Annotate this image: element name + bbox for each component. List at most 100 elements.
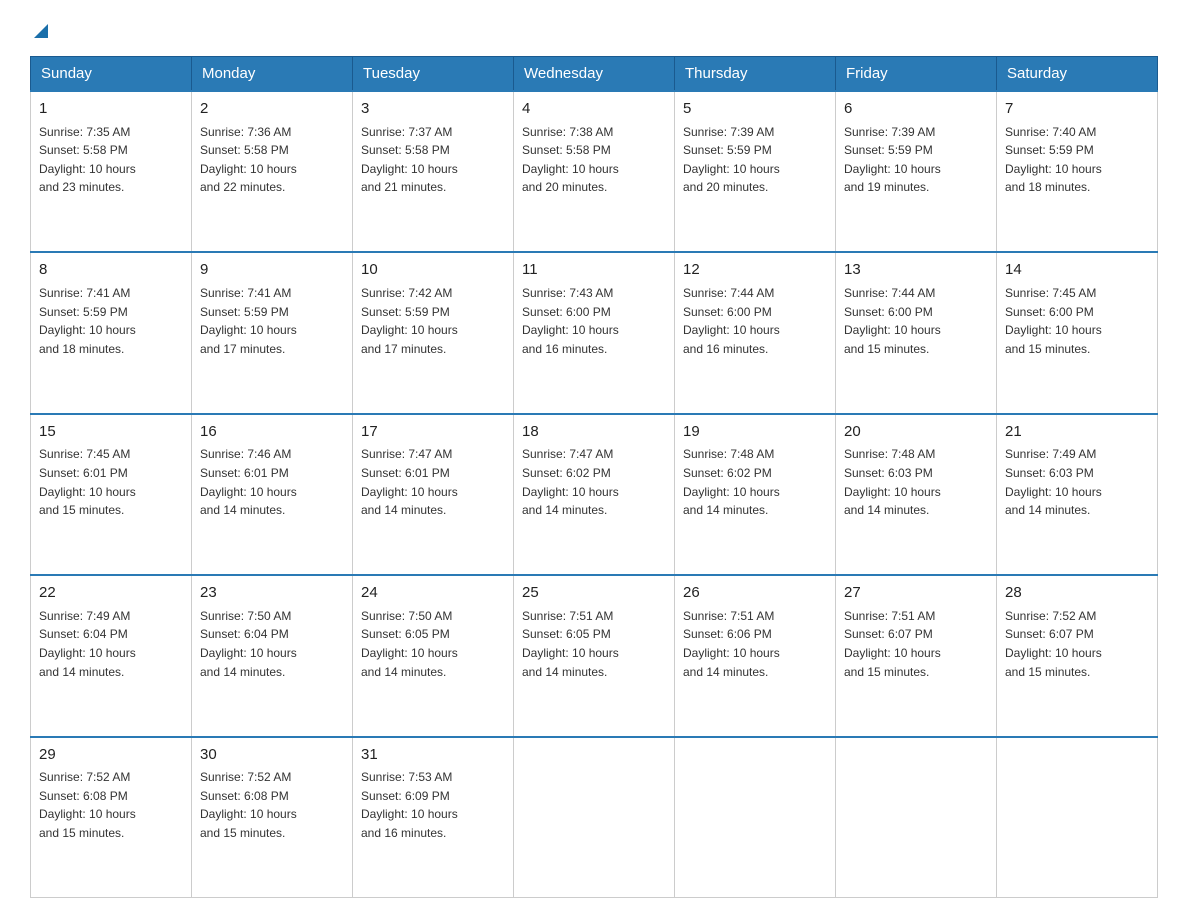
day-cell: 14Sunrise: 7:45 AMSunset: 6:00 PMDayligh…: [997, 252, 1158, 413]
day-info: Sunrise: 7:52 AMSunset: 6:08 PMDaylight:…: [200, 768, 344, 842]
day-number: 11: [522, 259, 666, 282]
day-info: Sunrise: 7:47 AMSunset: 6:02 PMDaylight:…: [522, 445, 666, 519]
day-cell: 17Sunrise: 7:47 AMSunset: 6:01 PMDayligh…: [353, 414, 514, 575]
day-number: 31: [361, 744, 505, 767]
day-number: 17: [361, 421, 505, 444]
day-number: 28: [1005, 582, 1149, 605]
day-cell: 19Sunrise: 7:48 AMSunset: 6:02 PMDayligh…: [675, 414, 836, 575]
day-number: 12: [683, 259, 827, 282]
day-cell: 13Sunrise: 7:44 AMSunset: 6:00 PMDayligh…: [836, 252, 997, 413]
day-info: Sunrise: 7:52 AMSunset: 6:07 PMDaylight:…: [1005, 607, 1149, 681]
day-number: 3: [361, 98, 505, 121]
day-info: Sunrise: 7:52 AMSunset: 6:08 PMDaylight:…: [39, 768, 183, 842]
week-row-1: 1Sunrise: 7:35 AMSunset: 5:58 PMDaylight…: [31, 91, 1158, 252]
day-number: 2: [200, 98, 344, 121]
day-info: Sunrise: 7:45 AMSunset: 6:00 PMDaylight:…: [1005, 284, 1149, 358]
day-number: 7: [1005, 98, 1149, 121]
day-cell: 23Sunrise: 7:50 AMSunset: 6:04 PMDayligh…: [192, 575, 353, 736]
day-cell: 1Sunrise: 7:35 AMSunset: 5:58 PMDaylight…: [31, 91, 192, 252]
day-cell: [997, 737, 1158, 898]
week-row-4: 22Sunrise: 7:49 AMSunset: 6:04 PMDayligh…: [31, 575, 1158, 736]
day-cell: [836, 737, 997, 898]
day-info: Sunrise: 7:37 AMSunset: 5:58 PMDaylight:…: [361, 123, 505, 197]
day-info: Sunrise: 7:43 AMSunset: 6:00 PMDaylight:…: [522, 284, 666, 358]
week-row-3: 15Sunrise: 7:45 AMSunset: 6:01 PMDayligh…: [31, 414, 1158, 575]
day-info: Sunrise: 7:49 AMSunset: 6:03 PMDaylight:…: [1005, 445, 1149, 519]
day-header-sunday: Sunday: [31, 57, 192, 92]
day-info: Sunrise: 7:51 AMSunset: 6:06 PMDaylight:…: [683, 607, 827, 681]
day-cell: 30Sunrise: 7:52 AMSunset: 6:08 PMDayligh…: [192, 737, 353, 898]
day-header-wednesday: Wednesday: [514, 57, 675, 92]
day-number: 14: [1005, 259, 1149, 282]
day-cell: 15Sunrise: 7:45 AMSunset: 6:01 PMDayligh…: [31, 414, 192, 575]
day-number: 30: [200, 744, 344, 767]
day-cell: 10Sunrise: 7:42 AMSunset: 5:59 PMDayligh…: [353, 252, 514, 413]
day-info: Sunrise: 7:41 AMSunset: 5:59 PMDaylight:…: [39, 284, 183, 358]
day-number: 15: [39, 421, 183, 444]
day-info: Sunrise: 7:44 AMSunset: 6:00 PMDaylight:…: [844, 284, 988, 358]
header-row: SundayMondayTuesdayWednesdayThursdayFrid…: [31, 57, 1158, 92]
day-number: 27: [844, 582, 988, 605]
day-cell: [514, 737, 675, 898]
day-cell: 9Sunrise: 7:41 AMSunset: 5:59 PMDaylight…: [192, 252, 353, 413]
day-cell: 8Sunrise: 7:41 AMSunset: 5:59 PMDaylight…: [31, 252, 192, 413]
week-row-5: 29Sunrise: 7:52 AMSunset: 6:08 PMDayligh…: [31, 737, 1158, 898]
logo-icon: [30, 20, 52, 42]
day-info: Sunrise: 7:35 AMSunset: 5:58 PMDaylight:…: [39, 123, 183, 197]
day-info: Sunrise: 7:38 AMSunset: 5:58 PMDaylight:…: [522, 123, 666, 197]
day-cell: 7Sunrise: 7:40 AMSunset: 5:59 PMDaylight…: [997, 91, 1158, 252]
day-number: 22: [39, 582, 183, 605]
day-info: Sunrise: 7:48 AMSunset: 6:03 PMDaylight:…: [844, 445, 988, 519]
day-info: Sunrise: 7:40 AMSunset: 5:59 PMDaylight:…: [1005, 123, 1149, 197]
day-info: Sunrise: 7:48 AMSunset: 6:02 PMDaylight:…: [683, 445, 827, 519]
day-header-tuesday: Tuesday: [353, 57, 514, 92]
day-info: Sunrise: 7:39 AMSunset: 5:59 PMDaylight:…: [683, 123, 827, 197]
day-cell: 18Sunrise: 7:47 AMSunset: 6:02 PMDayligh…: [514, 414, 675, 575]
day-number: 25: [522, 582, 666, 605]
day-cell: 5Sunrise: 7:39 AMSunset: 5:59 PMDaylight…: [675, 91, 836, 252]
day-cell: 27Sunrise: 7:51 AMSunset: 6:07 PMDayligh…: [836, 575, 997, 736]
day-cell: 24Sunrise: 7:50 AMSunset: 6:05 PMDayligh…: [353, 575, 514, 736]
day-info: Sunrise: 7:42 AMSunset: 5:59 PMDaylight:…: [361, 284, 505, 358]
day-info: Sunrise: 7:53 AMSunset: 6:09 PMDaylight:…: [361, 768, 505, 842]
day-cell: 6Sunrise: 7:39 AMSunset: 5:59 PMDaylight…: [836, 91, 997, 252]
day-number: 13: [844, 259, 988, 282]
day-number: 10: [361, 259, 505, 282]
logo-text: [30, 20, 52, 44]
day-info: Sunrise: 7:50 AMSunset: 6:04 PMDaylight:…: [200, 607, 344, 681]
day-info: Sunrise: 7:51 AMSunset: 6:07 PMDaylight:…: [844, 607, 988, 681]
day-cell: 20Sunrise: 7:48 AMSunset: 6:03 PMDayligh…: [836, 414, 997, 575]
day-cell: 4Sunrise: 7:38 AMSunset: 5:58 PMDaylight…: [514, 91, 675, 252]
day-cell: 3Sunrise: 7:37 AMSunset: 5:58 PMDaylight…: [353, 91, 514, 252]
logo-area: [30, 20, 52, 38]
day-number: 4: [522, 98, 666, 121]
day-number: 1: [39, 98, 183, 121]
day-info: Sunrise: 7:47 AMSunset: 6:01 PMDaylight:…: [361, 445, 505, 519]
day-number: 19: [683, 421, 827, 444]
day-info: Sunrise: 7:44 AMSunset: 6:00 PMDaylight:…: [683, 284, 827, 358]
day-cell: 2Sunrise: 7:36 AMSunset: 5:58 PMDaylight…: [192, 91, 353, 252]
day-header-saturday: Saturday: [997, 57, 1158, 92]
day-cell: [675, 737, 836, 898]
day-header-thursday: Thursday: [675, 57, 836, 92]
day-info: Sunrise: 7:49 AMSunset: 6:04 PMDaylight:…: [39, 607, 183, 681]
day-number: 18: [522, 421, 666, 444]
day-number: 9: [200, 259, 344, 282]
day-info: Sunrise: 7:39 AMSunset: 5:59 PMDaylight:…: [844, 123, 988, 197]
week-row-2: 8Sunrise: 7:41 AMSunset: 5:59 PMDaylight…: [31, 252, 1158, 413]
calendar-body: 1Sunrise: 7:35 AMSunset: 5:58 PMDaylight…: [31, 91, 1158, 898]
day-cell: 31Sunrise: 7:53 AMSunset: 6:09 PMDayligh…: [353, 737, 514, 898]
day-number: 16: [200, 421, 344, 444]
day-cell: 22Sunrise: 7:49 AMSunset: 6:04 PMDayligh…: [31, 575, 192, 736]
day-cell: 11Sunrise: 7:43 AMSunset: 6:00 PMDayligh…: [514, 252, 675, 413]
day-info: Sunrise: 7:41 AMSunset: 5:59 PMDaylight:…: [200, 284, 344, 358]
calendar-header: SundayMondayTuesdayWednesdayThursdayFrid…: [31, 57, 1158, 92]
day-header-friday: Friday: [836, 57, 997, 92]
day-cell: 29Sunrise: 7:52 AMSunset: 6:08 PMDayligh…: [31, 737, 192, 898]
day-number: 5: [683, 98, 827, 121]
day-cell: 25Sunrise: 7:51 AMSunset: 6:05 PMDayligh…: [514, 575, 675, 736]
day-header-monday: Monday: [192, 57, 353, 92]
day-info: Sunrise: 7:51 AMSunset: 6:05 PMDaylight:…: [522, 607, 666, 681]
calendar-table: SundayMondayTuesdayWednesdayThursdayFrid…: [30, 56, 1158, 898]
day-number: 24: [361, 582, 505, 605]
